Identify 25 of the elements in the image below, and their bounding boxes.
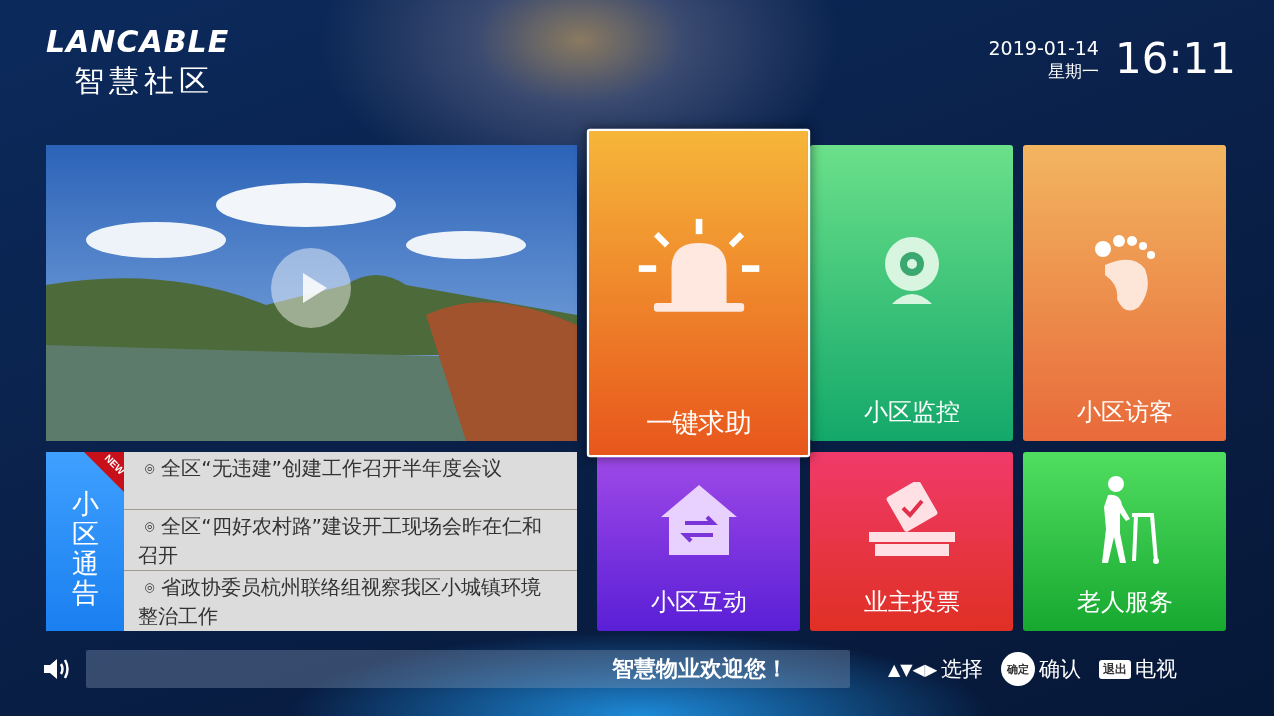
new-ribbon (84, 452, 124, 492)
exit-key-badge: 退出 (1099, 659, 1132, 679)
notice-label: 小区通告 (71, 489, 99, 608)
hint-label: 选择 (941, 656, 984, 683)
app-title: 智慧社区 (74, 64, 215, 98)
date-text: 2019-01-14 (988, 36, 1099, 60)
welcome-text: 智慧物业欢迎您！ (612, 655, 788, 683)
notice-item[interactable]: $^{◎}$ 省政协委员杭州联络组视察我区小城镇环境整治工作 (124, 571, 577, 631)
menu-tile[interactable]: 老人服务 (1023, 452, 1226, 631)
hint-label: 确认 (1039, 656, 1082, 683)
menu-tile[interactable]: 小区监控 (810, 145, 1013, 441)
menu-tile[interactable]: 业主投票 (810, 452, 1013, 631)
menu-tile[interactable]: 一键求助 (586, 128, 811, 458)
hint-label: 电视 (1135, 656, 1178, 683)
arrow-keys-text: ▲▼◀▶ (888, 659, 938, 679)
speaker-icon[interactable] (42, 656, 72, 682)
notice-item[interactable]: $^{◎}$ 全区“无违建”创建工作召开半年度会议 (124, 452, 577, 510)
weekday-text: 星期一 (1047, 60, 1099, 82)
clock-time: 16:11 (1114, 36, 1236, 82)
play-icon[interactable] (271, 248, 351, 328)
brand-logo: LANCABLE (46, 26, 230, 58)
ballot-box-icon (866, 481, 957, 558)
notice-item[interactable]: $^{◎}$ 全区“四好农村路”建设开工现场会昨在仁和召开 (124, 510, 577, 571)
menu-tile[interactable]: 小区访客 (1023, 145, 1226, 441)
ok-key-badge: 确定 (1001, 652, 1036, 686)
